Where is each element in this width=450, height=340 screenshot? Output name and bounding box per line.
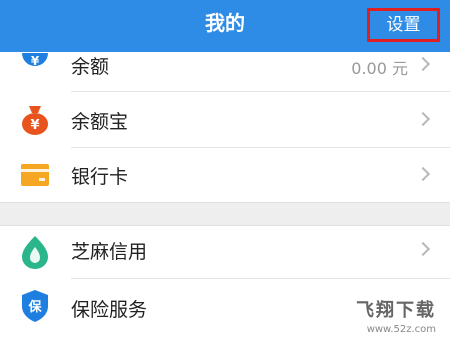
svg-text:保: 保 <box>27 299 42 315</box>
list-item-label: 余额宝 <box>71 111 129 133</box>
chevron-right-icon <box>415 111 431 127</box>
chevron-right-icon <box>415 56 431 72</box>
chevron-right-icon <box>415 241 431 257</box>
list-item-yuebao[interactable]: ¥ 余额宝 <box>0 92 450 148</box>
section-gap <box>0 202 450 226</box>
insurance-shield-icon: 保 <box>22 290 48 322</box>
list-item-label: 芝麻信用 <box>71 241 148 263</box>
chevron-right-icon <box>415 166 431 182</box>
list-item-label: 银行卡 <box>71 166 129 188</box>
watermark-brand: 飞翔下载 <box>356 300 436 321</box>
svg-text:¥: ¥ <box>30 118 39 133</box>
list-item-sesame-credit[interactable]: 芝麻信用 <box>0 227 450 277</box>
sesame-credit-icon <box>22 236 48 269</box>
settings-button[interactable]: 设置 <box>367 8 440 42</box>
yuan-icon: ¥ <box>22 53 48 68</box>
balance-value: 0.00 元 <box>351 59 408 78</box>
list-item-bank-card[interactable]: 银行卡 <box>0 148 450 202</box>
watermark-url: www.52z.com <box>366 324 436 335</box>
app-header: 我的 设置 <box>0 0 450 52</box>
watermark: 飞翔下载 www.52z.com <box>356 296 436 335</box>
money-bag-icon: ¥ <box>22 106 48 135</box>
svg-text:¥: ¥ <box>31 54 40 68</box>
list-item-label: 余额 <box>71 56 110 78</box>
bank-card-icon <box>21 164 49 186</box>
list-item-balance[interactable]: ¥ 余额 0.00 元 <box>0 52 450 90</box>
list-item-label: 保险服务 <box>71 299 148 321</box>
